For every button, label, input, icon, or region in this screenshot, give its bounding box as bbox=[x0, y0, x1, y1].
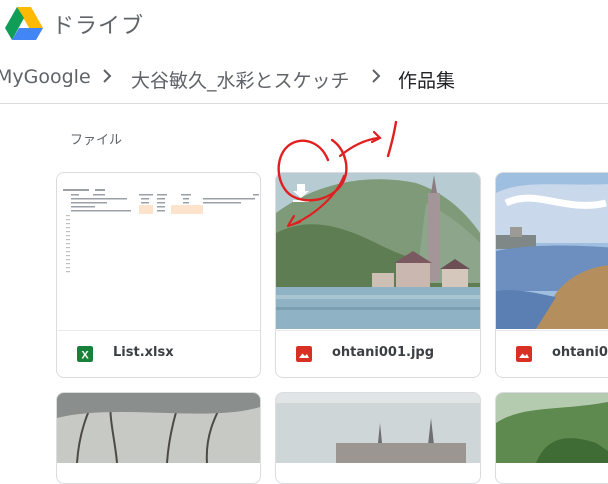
file-thumbnail bbox=[496, 173, 608, 329]
chevron-right-icon bbox=[372, 69, 381, 83]
google-drive-logo[interactable] bbox=[5, 6, 43, 40]
breadcrumb-item-folder[interactable]: 大谷敏久_水彩とスケッチ bbox=[131, 66, 350, 93]
sheets-icon: X bbox=[77, 346, 93, 362]
chevron-right-icon bbox=[103, 69, 112, 83]
file-caption[interactable]: ohtani002 bbox=[496, 330, 608, 377]
files-section-title: ファイル bbox=[70, 133, 123, 148]
app-header: ドライブ bbox=[0, 0, 608, 46]
file-card-list-xlsx[interactable]: X List.xlsx bbox=[56, 172, 261, 378]
image-icon bbox=[296, 346, 312, 362]
breadcrumb-item-current[interactable]: 作品集 bbox=[398, 66, 455, 93]
painting-thumbnail bbox=[496, 173, 608, 329]
painting-thumbnail bbox=[496, 393, 608, 463]
painting-thumbnail bbox=[276, 393, 480, 463]
breadcrumb-item-mygoogle[interactable]: MyGoogle bbox=[0, 66, 91, 88]
file-caption[interactable]: X List.xlsx bbox=[57, 330, 260, 377]
file-name: ohtani001.jpg bbox=[332, 345, 435, 360]
painting-thumbnail bbox=[57, 393, 260, 464]
file-name: List.xlsx bbox=[113, 345, 174, 360]
image-icon bbox=[516, 346, 532, 362]
svg-text:X: X bbox=[81, 350, 89, 362]
file-card-row2-3[interactable] bbox=[495, 392, 608, 484]
download-icon[interactable] bbox=[290, 181, 312, 203]
file-name: ohtani002 bbox=[552, 345, 608, 360]
file-thumbnail bbox=[57, 173, 260, 329]
file-thumbnail bbox=[276, 173, 480, 329]
file-card-row2-1[interactable] bbox=[56, 392, 261, 484]
file-card-ohtani002[interactable]: ohtani002 bbox=[495, 172, 608, 378]
file-caption[interactable]: ohtani001.jpg bbox=[276, 330, 480, 377]
header-divider bbox=[0, 103, 608, 104]
file-card-row2-2[interactable] bbox=[275, 392, 481, 484]
breadcrumb: MyGoogle 大谷敏久_水彩とスケッチ 作品集 bbox=[0, 62, 608, 96]
spreadsheet-preview bbox=[57, 173, 260, 329]
file-card-ohtani001[interactable]: ohtani001.jpg bbox=[275, 172, 481, 378]
app-name: ドライブ bbox=[52, 14, 145, 39]
